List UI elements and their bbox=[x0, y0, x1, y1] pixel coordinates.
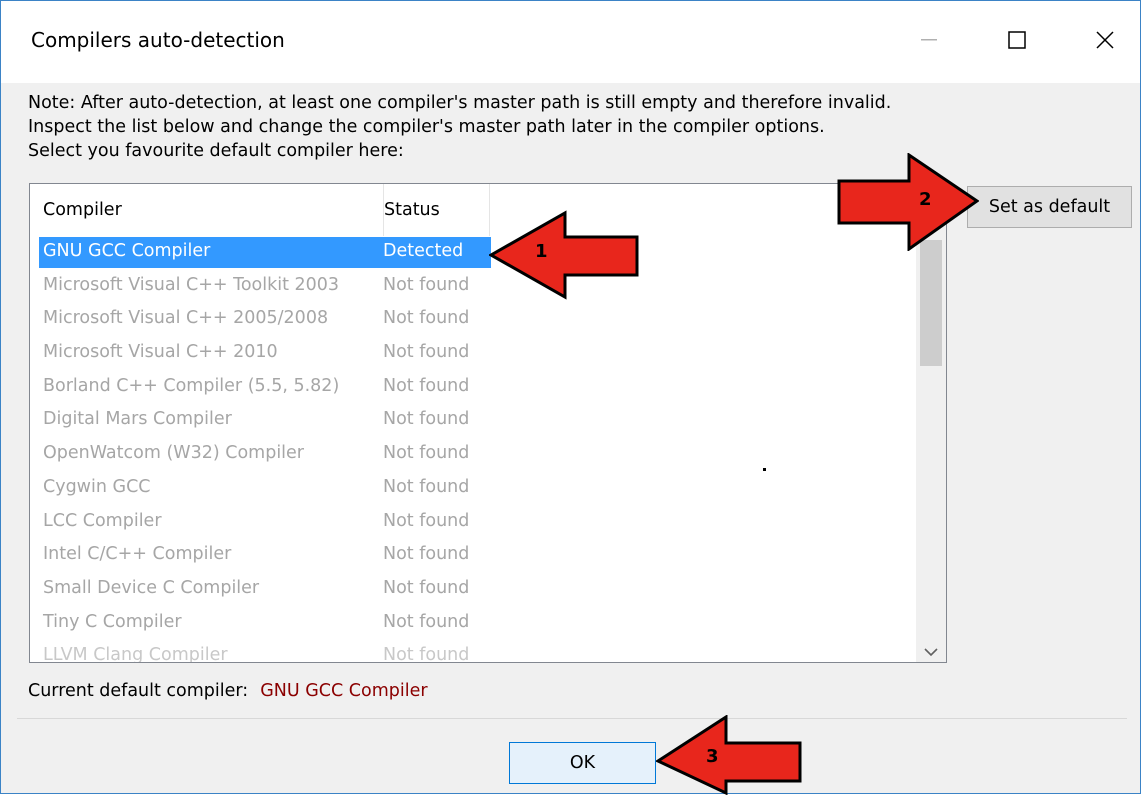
compiler-name: Small Device C Compiler bbox=[43, 577, 260, 598]
stray-dot bbox=[763, 468, 766, 471]
column-header-status[interactable]: Status bbox=[372, 184, 490, 236]
compiler-status: Not found bbox=[383, 274, 470, 295]
compiler-status: Not found bbox=[383, 577, 470, 598]
list-item[interactable]: LLVM Clang Compiler Not found bbox=[30, 640, 910, 663]
ok-button[interactable]: OK bbox=[509, 742, 656, 784]
chevron-down-icon[interactable] bbox=[923, 642, 939, 661]
divider bbox=[17, 718, 1127, 719]
compiler-status: Not found bbox=[383, 375, 470, 396]
compiler-name: Digital Mars Compiler bbox=[43, 409, 232, 430]
compiler-list[interactable]: Compiler Status GNU GCC Compiler Detecte… bbox=[29, 183, 947, 663]
annotation-number-2: 2 bbox=[919, 189, 932, 210]
annotation-arrow-2: 2 bbox=[837, 153, 979, 251]
title-bar: Compilers auto-detection bbox=[1, 1, 1140, 83]
compiler-name: Microsoft Visual C++ Toolkit 2003 bbox=[43, 274, 340, 295]
current-default-label: Current default compiler: bbox=[28, 681, 249, 701]
minimize-icon[interactable] bbox=[899, 17, 959, 63]
compiler-status: Not found bbox=[383, 510, 470, 531]
annotation-number-3: 3 bbox=[706, 746, 719, 767]
compiler-status: Not found bbox=[383, 544, 470, 565]
list-item[interactable]: Tiny C Compiler Not found bbox=[30, 607, 910, 641]
compiler-status: Not found bbox=[383, 409, 470, 430]
vertical-scrollbar[interactable] bbox=[916, 184, 946, 662]
compiler-name: LCC Compiler bbox=[43, 510, 162, 531]
list-item[interactable]: Borland C++ Compiler (5.5, 5.82) Not fou… bbox=[30, 371, 910, 405]
column-header-compiler[interactable]: Compiler bbox=[30, 184, 384, 236]
list-item[interactable]: GNU GCC Compiler Detected bbox=[30, 236, 910, 270]
list-item[interactable]: OpenWatcom (W32) Compiler Not found bbox=[30, 438, 910, 472]
list-item[interactable]: Intel C/C++ Compiler Not found bbox=[30, 539, 910, 573]
list-item[interactable]: Microsoft Visual C++ 2005/2008 Not found bbox=[30, 303, 910, 337]
current-default-value: GNU GCC Compiler bbox=[260, 681, 428, 701]
list-item[interactable]: Cygwin GCC Not found bbox=[30, 472, 910, 506]
annotation-arrow-3: 3 bbox=[656, 715, 804, 795]
list-item[interactable]: Microsoft Visual C++ 2010 Not found bbox=[30, 337, 910, 371]
compiler-status: Not found bbox=[383, 308, 470, 329]
scrollbar-thumb[interactable] bbox=[920, 240, 942, 366]
compiler-status: Not found bbox=[383, 342, 470, 363]
annotation-arrow-1: 1 bbox=[489, 209, 641, 301]
list-item[interactable]: Small Device C Compiler Not found bbox=[30, 573, 910, 607]
dialog-window: Compilers auto-detection Note: After aut… bbox=[0, 0, 1141, 795]
compiler-name: Microsoft Visual C++ 2010 bbox=[43, 342, 278, 363]
note-line-2: Inspect the list below and change the co… bbox=[28, 117, 825, 137]
note-line-1: Note: After auto-detection, at least one… bbox=[28, 93, 892, 113]
window-title: Compilers auto-detection bbox=[31, 28, 285, 52]
list-item[interactable]: LCC Compiler Not found bbox=[30, 506, 910, 540]
list-item[interactable]: Digital Mars Compiler Not found bbox=[30, 404, 910, 438]
compiler-status: Not found bbox=[383, 611, 470, 632]
list-rows: GNU GCC Compiler Detected Microsoft Visu… bbox=[30, 236, 910, 663]
compiler-name: Microsoft Visual C++ 2005/2008 bbox=[43, 308, 329, 329]
compiler-name: Borland C++ Compiler (5.5, 5.82) bbox=[43, 375, 340, 396]
compiler-name: Tiny C Compiler bbox=[43, 611, 182, 632]
close-icon[interactable] bbox=[1075, 17, 1135, 63]
compiler-status: Detected bbox=[383, 241, 464, 261]
list-item[interactable]: Microsoft Visual C++ Toolkit 2003 Not fo… bbox=[30, 270, 910, 304]
compiler-name: Intel C/C++ Compiler bbox=[43, 544, 232, 565]
maximize-icon[interactable] bbox=[987, 17, 1047, 63]
current-default: Current default compiler: GNU GCC Compile… bbox=[28, 681, 428, 701]
compiler-status: Not found bbox=[383, 645, 470, 663]
compiler-name: LLVM Clang Compiler bbox=[43, 645, 228, 663]
compiler-name: OpenWatcom (W32) Compiler bbox=[43, 443, 305, 464]
compiler-status: Not found bbox=[383, 476, 470, 497]
compiler-name: GNU GCC Compiler bbox=[43, 241, 211, 261]
compiler-status: Not found bbox=[383, 443, 470, 464]
compiler-name: Cygwin GCC bbox=[43, 476, 151, 497]
annotation-number-1: 1 bbox=[535, 241, 548, 262]
set-as-default-button[interactable]: Set as default bbox=[967, 186, 1132, 228]
